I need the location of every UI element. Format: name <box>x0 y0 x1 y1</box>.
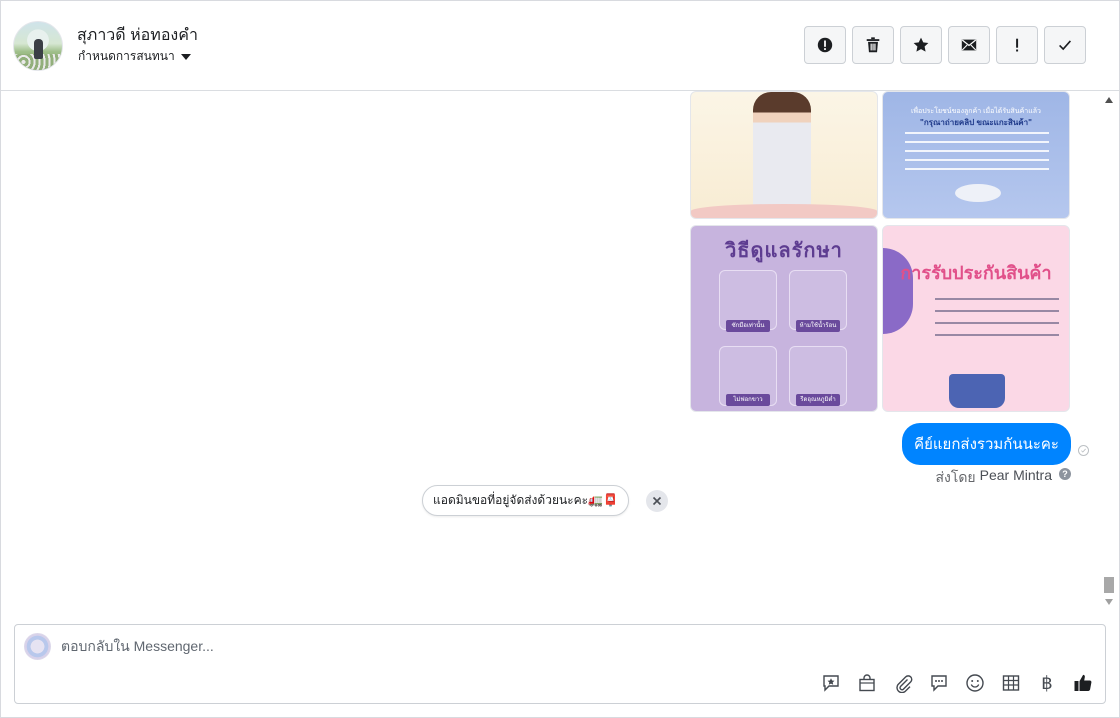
dismiss-suggestion-button[interactable] <box>646 490 668 512</box>
sent-by-prefix: ส่งโดย <box>935 469 976 485</box>
sleep-mask-graphic <box>955 184 1001 202</box>
care-tag: รีดอุณหภูมิต่ำ <box>796 394 840 406</box>
messenger-window: สุภาวดี ห่อทองคำ กำหนดการสนทนา เพื่อประโ… <box>0 0 1120 718</box>
product-image-size-guide[interactable] <box>690 91 878 219</box>
table-icon <box>1002 675 1020 691</box>
suggested-reply-chip[interactable]: แอดมินขอที่อยู่จัดส่งด้วยนะคะ🚛📮 <box>422 485 629 516</box>
sent-status-icon <box>1078 445 1089 456</box>
like-button[interactable] <box>1071 671 1095 695</box>
warranty-text-lines <box>935 298 1059 346</box>
product-image-care-guide[interactable]: วิธีดูแลรักษา ซักมือเท่านั้น ห้ามใช้น้ำร… <box>690 225 878 412</box>
model-figure <box>753 92 811 218</box>
attachment-icon <box>896 675 913 693</box>
shop-bag-icon <box>859 674 875 692</box>
outgoing-message-bubble[interactable]: คีย์แยกส่งรวมกันนะคะ <box>902 423 1071 465</box>
thread-scrollbar[interactable] <box>1101 91 1117 609</box>
close-icon <box>652 496 662 506</box>
star-icon <box>913 37 929 52</box>
message-template-button[interactable] <box>927 671 951 695</box>
exclamation-icon <box>1016 38 1019 52</box>
trash-icon <box>866 37 880 53</box>
saved-reply-icon <box>823 675 839 692</box>
shop-button[interactable] <box>855 671 879 695</box>
avatar-figure <box>34 39 43 59</box>
info-button[interactable] <box>804 26 846 64</box>
emoji-icon <box>966 674 984 692</box>
care-tag: ห้ามใช้น้ำร้อน <box>796 320 840 332</box>
mark-unread-button[interactable] <box>948 26 990 64</box>
image-decoration <box>691 204 877 218</box>
star-button[interactable] <box>900 26 942 64</box>
delete-button[interactable] <box>852 26 894 64</box>
saved-reply-button[interactable] <box>819 671 843 695</box>
message-icon <box>931 675 947 692</box>
scroll-thumb[interactable] <box>1104 577 1114 593</box>
contact-name[interactable]: สุภาวดี ห่อทองคำ <box>77 23 198 48</box>
check-icon <box>1059 40 1072 51</box>
mail-icon <box>961 39 977 51</box>
payment-button[interactable]: ฿ <box>1035 671 1059 695</box>
laundry-basket-graphic <box>949 374 1005 408</box>
sent-by-author[interactable]: Pear Mintra <box>980 467 1052 489</box>
product-image-unboxing-notice[interactable]: เพื่อประโยชน์ของลูกค้า เมื่อได้รับสินค้า… <box>882 91 1070 219</box>
reply-input[interactable] <box>61 638 761 654</box>
help-icon[interactable]: ? <box>1059 468 1071 480</box>
mark-done-button[interactable] <box>1044 26 1086 64</box>
sent-by-label: ส่งโดย Pear Mintra <box>935 467 1052 489</box>
unboxing-notice-line2: "กรุณาถ่ายคลิป ขณะแกะสินค้า" <box>920 118 1032 127</box>
scroll-up-arrow[interactable] <box>1105 97 1113 103</box>
info-icon <box>817 37 833 53</box>
product-image-warranty[interactable]: การรับประกันสินค้า <box>882 225 1070 412</box>
page-avatar <box>24 633 51 660</box>
message-thread: เพื่อประโยชน์ของลูกค้า เมื่อได้รับสินค้า… <box>1 91 1101 611</box>
attach-button[interactable] <box>891 671 915 695</box>
care-tag: ซักมือเท่านั้น <box>726 320 770 332</box>
caret-down-icon <box>180 54 191 60</box>
composer-toolbar: ฿ <box>819 671 1095 695</box>
care-guide-title: วิธีดูแลรักษา <box>725 240 843 262</box>
warranty-title: การรับประกันสินค้า <box>900 263 1052 283</box>
header-actions <box>804 26 1086 64</box>
notice-text-lines <box>905 132 1049 176</box>
mark-spam-button[interactable] <box>996 26 1038 64</box>
table-button[interactable] <box>999 671 1023 695</box>
conversation-status-dropdown[interactable]: กำหนดการสนทนา <box>78 47 191 66</box>
conversation-header: สุภาวดี ห่อทองคำ กำหนดการสนทนา <box>1 1 1119 91</box>
contact-avatar[interactable] <box>13 21 63 71</box>
care-tag: ไม่ฟอกขาว <box>726 394 770 406</box>
emoji-button[interactable] <box>963 671 987 695</box>
scroll-down-arrow[interactable] <box>1105 599 1113 605</box>
like-icon <box>1074 674 1092 691</box>
conversation-status-label: กำหนดการสนทนา <box>78 49 175 63</box>
message-composer: ฿ <box>14 624 1106 704</box>
